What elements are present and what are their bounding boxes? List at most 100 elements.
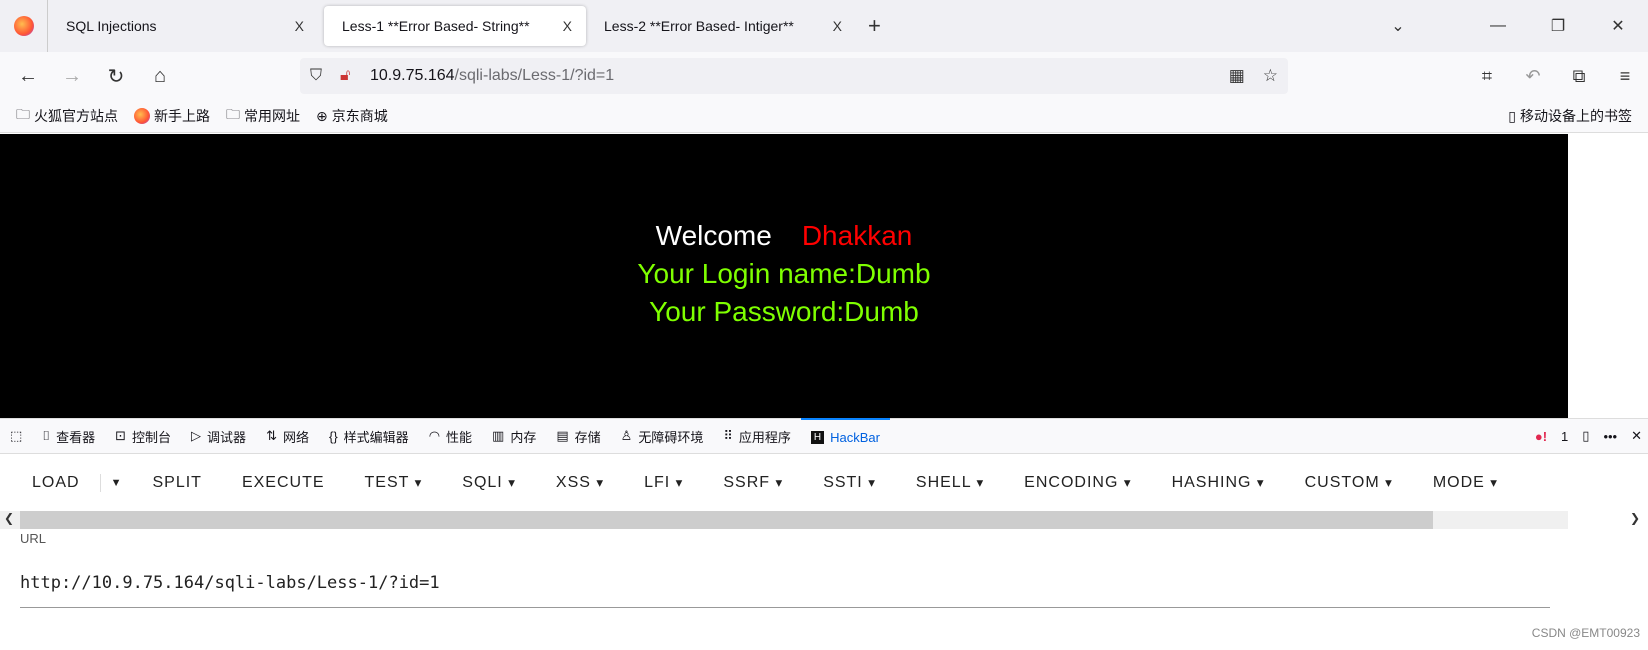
menu-label: MODE: [1432, 474, 1485, 491]
tab-label: 查看器: [56, 429, 96, 445]
ssti-menu[interactable]: SSTI ▾: [803, 474, 896, 492]
menu-label: XSS: [555, 474, 591, 491]
devtools-tab-memory[interactable]: ▥ 内存: [482, 418, 546, 454]
crop-icon[interactable]: ⌗: [1464, 66, 1510, 87]
shield-icon[interactable]: ⛉: [310, 67, 340, 85]
hackbar-url-input[interactable]: [20, 558, 1550, 608]
memory-icon: ▥: [492, 428, 505, 443]
tab-bar: SQL Injections X Less-1 **Error Based- St…: [0, 0, 1648, 52]
tab-label: 应用程序: [738, 429, 791, 445]
address-bar[interactable]: ⛉ 🔓︎ 10.9.75.164/sqli-labs/Less-1/?id=1 …: [300, 58, 1288, 94]
tab-less-1[interactable]: Less-1 **Error Based- String** X: [324, 6, 586, 46]
custom-menu[interactable]: CUSTOM ▾: [1285, 474, 1413, 492]
devtools-tab-application[interactable]: ⠿ 应用程序: [713, 418, 801, 454]
menu-label: SSTI: [823, 474, 863, 491]
undo-icon[interactable]: ↶: [1510, 66, 1556, 87]
error-count[interactable]: 1: [1561, 429, 1568, 444]
caret-down-icon: ▾: [596, 475, 605, 490]
page-side-area: [1568, 134, 1648, 418]
menu-label: TEST: [364, 474, 410, 491]
hashing-menu[interactable]: HASHING ▾: [1152, 474, 1285, 492]
devtools-tab-network[interactable]: ⇅ 网络: [256, 418, 319, 454]
bookmarks-toolbar: 🗀 火狐官方站点 新手上路 🗀 常用网址 ⊕ 京东商城 ▯ 移动设备上的书签: [0, 100, 1648, 133]
devtools-tab-performance[interactable]: ◠ 性能: [419, 418, 482, 454]
lfi-menu[interactable]: LFI ▾: [624, 474, 703, 492]
firefox-view-button[interactable]: [0, 0, 48, 52]
hackbar-toolbar: LOAD ▼ SPLIT EXECUTE TEST ▾ SQLI ▾ XSS ▾…: [0, 455, 1648, 511]
close-tab-icon[interactable]: X: [833, 18, 842, 34]
load-dropdown-icon[interactable]: ▼: [101, 477, 133, 489]
tab-label: 调试器: [207, 429, 247, 445]
extensions-icon[interactable]: ⧉: [1556, 66, 1602, 87]
split-button[interactable]: SPLIT: [132, 474, 221, 492]
devtools-tab-storage[interactable]: ▤ 存储: [546, 418, 610, 454]
execute-button[interactable]: EXECUTE: [222, 474, 345, 492]
bookmark-star-icon[interactable]: ☆: [1263, 66, 1278, 86]
bookmark-folder[interactable]: 🗀 火狐官方站点: [16, 104, 118, 128]
close-tab-icon[interactable]: X: [563, 18, 572, 34]
close-tab-icon[interactable]: X: [295, 18, 304, 34]
new-tab-button[interactable]: +: [868, 13, 881, 39]
test-menu[interactable]: TEST ▾: [345, 474, 443, 492]
bookmark-item[interactable]: ⊕ 京东商城: [316, 106, 388, 126]
dock-icon[interactable]: ▯: [1582, 428, 1589, 444]
devtools-tab-console[interactable]: ⊡ 控制台: [105, 418, 181, 454]
network-icon: ⇅: [266, 428, 277, 443]
bookmark-item[interactable]: 新手上路: [134, 106, 210, 126]
xss-menu[interactable]: XSS ▾: [536, 474, 624, 492]
tab-label: 网络: [282, 429, 309, 445]
scroll-left-icon[interactable]: ❮: [4, 511, 14, 525]
caret-down-icon: ▾: [508, 475, 516, 490]
devtools-tab-hackbar[interactable]: H HackBar: [800, 418, 890, 454]
close-devtools-icon[interactable]: ✕: [1631, 428, 1642, 444]
list-tabs-icon[interactable]: ⌄: [1368, 16, 1428, 36]
sqli-menu[interactable]: SQLI ▾: [442, 474, 536, 492]
forward-icon[interactable]: →: [50, 65, 94, 88]
devtools-tab-debugger[interactable]: ▷ 调试器: [181, 418, 256, 454]
shell-menu[interactable]: SHELL ▾: [896, 474, 1004, 492]
bookmark-folder[interactable]: 🗀 常用网址: [226, 104, 300, 128]
tab-less-2[interactable]: Less-2 **Error Based- Intiger** X: [586, 6, 856, 46]
mode-menu[interactable]: MODE ▾: [1413, 474, 1518, 492]
tab-label: 内存: [510, 429, 537, 445]
welcome-name: Dhakkan: [801, 220, 913, 251]
encoding-menu[interactable]: ENCODING ▾: [1004, 474, 1151, 492]
nav-bar: ← → ↻ ⌂ ⛉ 🔓︎ 10.9.75.164/sqli-labs/Less-…: [0, 52, 1648, 100]
horizontal-scrollbar[interactable]: ❮ ❯: [0, 511, 1640, 529]
password: Your Password:Dumb: [649, 296, 919, 327]
restore-icon[interactable]: ❐: [1528, 16, 1588, 36]
devtools-tab-inspector[interactable]: ⌷ 查看器: [32, 418, 105, 454]
mobile-icon: ▯: [1508, 107, 1516, 124]
caret-down-icon: ▾: [976, 475, 985, 490]
close-window-icon[interactable]: ✕: [1588, 16, 1648, 36]
console-icon: ⊡: [115, 428, 127, 443]
tab-sql-injections[interactable]: SQL Injections X: [48, 6, 318, 46]
minimize-icon[interactable]: —: [1468, 17, 1528, 35]
scroll-right-icon[interactable]: ❯: [1630, 511, 1640, 525]
caret-down-icon: ▾: [868, 475, 876, 490]
reload-icon[interactable]: ↻: [94, 64, 138, 89]
mobile-bookmarks[interactable]: ▯ 移动设备上的书签: [1508, 106, 1632, 126]
back-icon[interactable]: ←: [6, 65, 50, 88]
error-icon[interactable]: ●!: [1535, 429, 1547, 444]
tab-title: Less-2 **Error Based- Intiger**: [604, 18, 794, 34]
tab-label: 控制台: [132, 429, 172, 445]
url-path: /sqli-labs/Less-1/?id=1: [454, 67, 615, 84]
inspector-icon: ⌷: [42, 428, 51, 443]
scrollbar-thumb[interactable]: [20, 511, 1433, 529]
devtools-tab-style-editor[interactable]: {} 样式编辑器: [319, 418, 419, 454]
insecure-lock-icon[interactable]: 🔓︎: [340, 67, 370, 85]
gauge-icon: ◠: [428, 428, 441, 443]
home-icon[interactable]: ⌂: [138, 65, 182, 88]
devtools-tab-accessibility[interactable]: ♙ 无障碍环境: [611, 418, 714, 454]
load-button[interactable]: LOAD: [0, 474, 101, 492]
element-picker-icon[interactable]: ⬚: [0, 418, 32, 454]
more-options-icon[interactable]: •••: [1603, 429, 1617, 444]
globe-icon: ⊕: [316, 107, 328, 124]
qr-code-icon[interactable]: ▦: [1229, 66, 1245, 86]
caret-down-icon: ▾: [1385, 475, 1393, 490]
ssrf-menu[interactable]: SSRF ▾: [703, 474, 803, 492]
menu-icon[interactable]: ≡: [1602, 66, 1648, 87]
accessibility-icon: ♙: [620, 428, 633, 443]
caret-down-icon: ▾: [414, 475, 423, 490]
